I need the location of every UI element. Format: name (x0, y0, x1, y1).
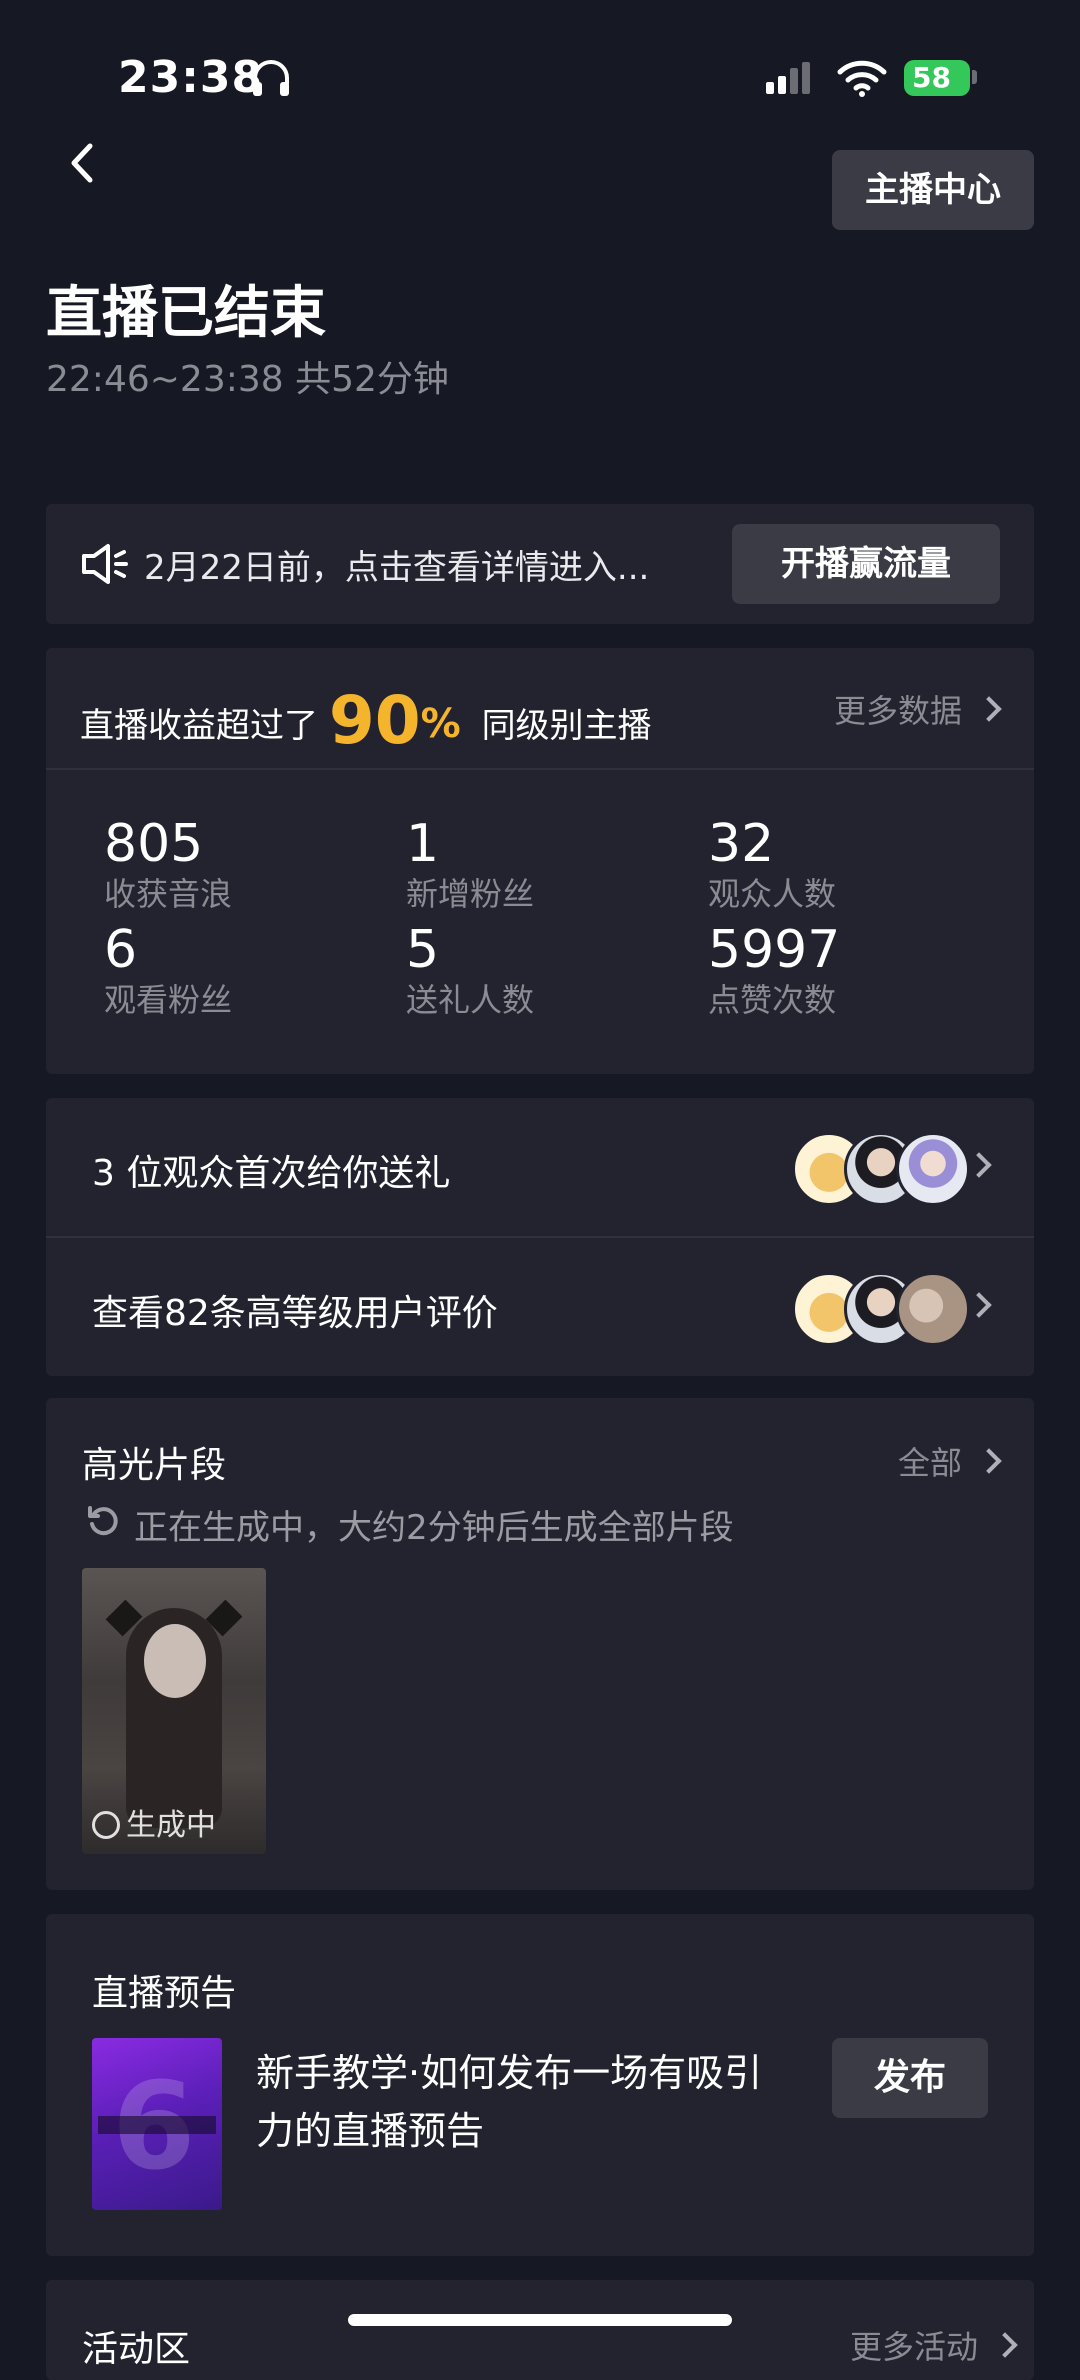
battery-tip (972, 70, 977, 84)
avatar (896, 1132, 970, 1206)
back-icon[interactable] (62, 138, 102, 188)
more-activities-label: 更多活动 (849, 2328, 978, 2366)
stat-value: 5 (406, 920, 440, 980)
refresh-icon (88, 1506, 118, 1536)
chevron-right-icon (976, 1448, 1002, 1474)
stat-item: 32 观众人数 (708, 816, 836, 916)
stat-item: 1 新增粉丝 (406, 816, 534, 916)
activity-card: 活动区 更多活动 (46, 2280, 1034, 2380)
stats-card: 直播收益超过了 90% 同级别主播 更多数据 805 收获音浪 1 新增粉丝 3… (46, 648, 1034, 1074)
battery-icon: 58 (904, 60, 970, 96)
anchor-center-button[interactable]: 主播中心 (832, 150, 1034, 230)
reviews-text: 查看82条高等级用户评价 (92, 1293, 498, 1334)
clip-status: 生成中 (92, 1800, 216, 1844)
stat-value: 805 (104, 814, 204, 874)
divider (46, 768, 1034, 770)
preview-title: 直播预告 (92, 1973, 237, 2014)
stat-value: 32 (708, 814, 775, 874)
stat-label: 点赞次数 (708, 981, 837, 1019)
activity-title: 活动区 (82, 2329, 191, 2370)
more-data-link[interactable]: 更多数据 (833, 686, 1002, 732)
stat-value: 1 (406, 814, 440, 874)
chevron-right-icon (976, 696, 1002, 722)
stats-head-suffix: 同级别主播 (481, 706, 652, 746)
headphones-icon (253, 60, 289, 96)
thumbnail-caption (98, 2116, 216, 2134)
preview-tutorial-text[interactable]: 新手教学·如何发布一场有吸引力的直播预告 (256, 2044, 776, 2160)
avatar (896, 1272, 970, 1346)
chevron-right-icon (992, 2332, 1018, 2358)
home-indicator[interactable] (348, 2314, 732, 2326)
highlight-clip-thumbnail[interactable]: 生成中 (82, 1568, 266, 1854)
thumbnail-face (144, 1624, 206, 1698)
stats-percent-sign: % (420, 701, 461, 747)
stat-item: 805 收获音浪 (104, 816, 232, 916)
stat-value: 5997 (708, 920, 841, 980)
generating-status: 正在生成中，大约2分钟后生成全部片段 (134, 1508, 734, 1548)
notice-banner[interactable]: 2月22日前，点击查看详情进入... 开播赢流量 (46, 504, 1034, 624)
stat-label: 收获音浪 (104, 875, 233, 913)
all-label: 全部 (897, 1444, 962, 1482)
highlights-title: 高光片段 (82, 1445, 227, 1486)
more-data-label: 更多数据 (833, 692, 962, 730)
tutorial-thumbnail[interactable]: 6 (92, 2038, 222, 2210)
stats-headline: 直播收益超过了 90% 同级别主播 (80, 682, 652, 759)
page-title: 直播已结束 (46, 281, 326, 346)
stat-label: 观看粉丝 (104, 981, 233, 1019)
clip-status-label: 生成中 (126, 1808, 216, 1843)
publish-button[interactable]: 发布 (832, 2038, 988, 2118)
first-gift-text: 3 位观众首次给你送礼 (92, 1153, 451, 1194)
stat-label: 观众人数 (708, 875, 837, 913)
stat-item: 5 送礼人数 (406, 922, 534, 1022)
clock-icon (92, 1811, 120, 1839)
stat-item: 5997 点赞次数 (708, 922, 840, 1022)
status-time: 23:38 (118, 52, 264, 103)
boost-traffic-button[interactable]: 开播赢流量 (732, 524, 1000, 604)
reviews-row[interactable]: 查看82条高等级用户评价 (46, 1238, 1034, 1376)
stats-head-prefix: 直播收益超过了 (80, 706, 318, 746)
stat-value: 6 (104, 920, 138, 980)
first-gift-row[interactable]: 3 位观众首次给你送礼 (46, 1098, 1034, 1236)
live-duration: 22:46~23:38 共52分钟 (46, 359, 449, 400)
cellular-signal-icon (766, 62, 814, 94)
more-activities-link[interactable]: 更多活动 (849, 2322, 1018, 2368)
stat-label: 送礼人数 (406, 981, 535, 1019)
live-preview-card: 直播预告 6 新手教学·如何发布一场有吸引力的直播预告 发布 (46, 1914, 1034, 2256)
highlights-all-link[interactable]: 全部 (897, 1438, 1002, 1484)
stats-percent: 90 (328, 682, 421, 759)
stat-item: 6 观看粉丝 (104, 922, 232, 1022)
highlights-card: 高光片段 全部 正在生成中，大约2分钟后生成全部片段 生成中 (46, 1398, 1034, 1890)
wifi-icon (837, 60, 887, 97)
speaker-icon (82, 544, 128, 584)
notice-text: 2月22日前，点击查看详情进入... (144, 548, 650, 588)
stat-label: 新增粉丝 (406, 875, 535, 913)
